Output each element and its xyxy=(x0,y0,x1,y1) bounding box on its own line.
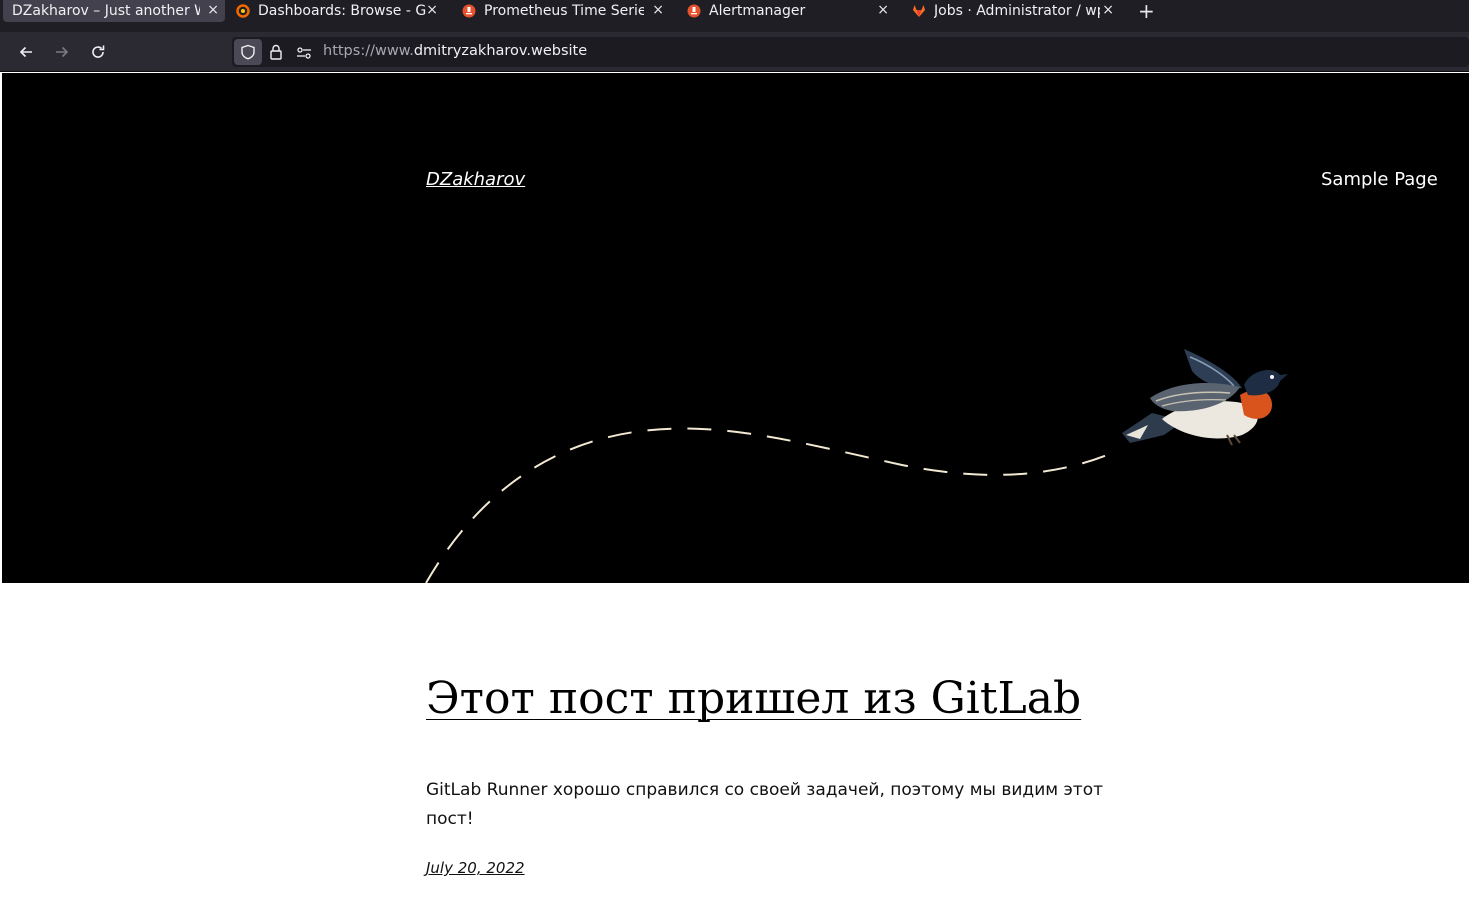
prometheus-icon xyxy=(687,4,701,18)
address-bar[interactable]: https://www.dmitryzakharov.website xyxy=(232,37,1469,67)
close-tab-icon[interactable]: × xyxy=(1102,2,1114,18)
tab-strip: DZakharov – Just another W × Dashboards:… xyxy=(0,0,1469,32)
tab-title: Alertmanager xyxy=(709,3,806,19)
tab-alertmanager[interactable]: Alertmanager × xyxy=(687,0,895,22)
tab-title: Jobs · Administrator / wp xyxy=(934,3,1100,19)
tab-prometheus[interactable]: Prometheus Time Series C × xyxy=(462,0,670,22)
post-title-link[interactable]: Этот пост пришел из GitLab xyxy=(426,673,1081,724)
tab-dzakharov[interactable]: DZakharov – Just another W × xyxy=(3,0,225,22)
permissions-icon[interactable] xyxy=(296,45,312,64)
new-tab-button[interactable]: + xyxy=(1138,0,1155,22)
tab-title: Prometheus Time Series C xyxy=(484,3,644,19)
dashed-flight-path xyxy=(425,427,1113,583)
navigation-toolbar: https://www.dmitryzakharov.website xyxy=(0,32,1469,72)
back-arrow-icon xyxy=(19,46,32,58)
gitlab-icon xyxy=(912,4,926,18)
reload-icon xyxy=(92,45,105,58)
close-tab-icon[interactable]: × xyxy=(426,2,438,18)
tab-grafana[interactable]: Dashboards: Browse - Gra × xyxy=(236,0,444,22)
url-scheme: https://www. xyxy=(323,43,414,59)
tab-title: Dashboards: Browse - Gra xyxy=(258,3,426,19)
prometheus-icon xyxy=(462,4,476,18)
post-excerpt: GitLab Runner хорошо справился со своей … xyxy=(426,780,1104,829)
url-text[interactable]: https://www.dmitryzakharov.website xyxy=(323,43,587,59)
forward-button[interactable] xyxy=(51,41,73,63)
tab-gitlab-jobs[interactable]: Jobs · Administrator / wp × xyxy=(912,0,1120,22)
post-date-link[interactable]: July 20, 2022 xyxy=(426,859,525,877)
lock-icon[interactable] xyxy=(269,44,283,64)
web-page: DZakharov Sample Page Этот пост пришел и… xyxy=(2,73,1469,919)
url-host: dmitryzakharov.website xyxy=(413,43,588,59)
back-button[interactable] xyxy=(15,41,37,63)
close-tab-icon[interactable]: × xyxy=(877,2,889,18)
bird-illustration xyxy=(425,349,1288,583)
close-tab-icon[interactable]: × xyxy=(652,2,664,18)
bird-icon xyxy=(1122,349,1288,446)
tab-title: DZakharov – Just another W xyxy=(12,3,200,19)
grafana-icon xyxy=(236,4,250,18)
close-tab-icon[interactable]: × xyxy=(207,2,219,18)
shield-icon xyxy=(241,44,255,60)
reload-button[interactable] xyxy=(87,41,109,63)
tracking-protection-button[interactable] xyxy=(234,39,262,65)
forward-arrow-icon xyxy=(56,46,69,58)
site-header: DZakharov Sample Page xyxy=(2,73,1469,583)
